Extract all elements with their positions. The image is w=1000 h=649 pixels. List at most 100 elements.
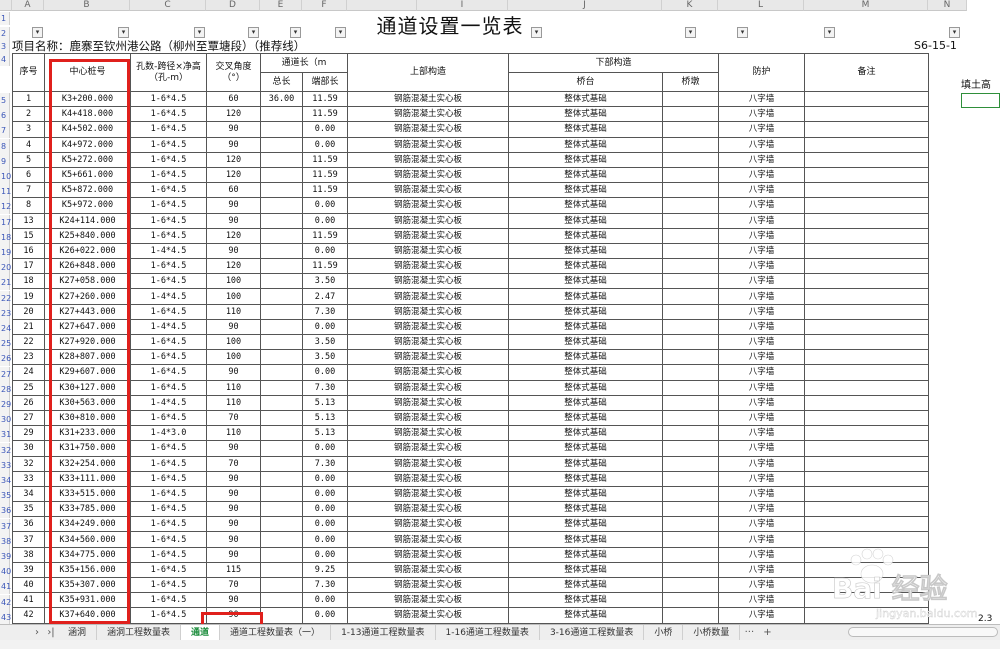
table-cell[interactable] (662, 197, 719, 214)
table-cell[interactable]: 整体式基础 (508, 394, 663, 411)
table-cell[interactable] (260, 242, 303, 260)
table-cell[interactable]: 2.47 (302, 288, 348, 305)
table-cell[interactable] (260, 121, 303, 138)
table-row[interactable]: 29 K31+233.000 1-4*3.0 110 5.13 钢筋混凝土实心板 整体式基础… (12, 425, 929, 442)
table-cell[interactable] (260, 151, 303, 168)
table-cell[interactable] (260, 273, 303, 290)
table-cell[interactable] (662, 440, 719, 457)
table-cell[interactable] (260, 425, 303, 442)
filter-dropdown-icon[interactable]: ▾ (335, 27, 346, 38)
table-row[interactable]: 4 K4+972.000 1-6*4.5 90 0.00 钢筋混凝土实心板 整体式基础 八字墙 (12, 136, 929, 153)
table-cell[interactable]: 八字墙 (718, 349, 805, 366)
table-row[interactable]: 37 K34+560.000 1-6*4.5 90 0.00 钢筋混凝土实心板 整体式基础八… (12, 531, 929, 548)
table-cell[interactable]: 3.50 (302, 333, 348, 351)
table-cell[interactable] (804, 242, 929, 260)
row-number[interactable]: 35 (0, 488, 11, 504)
row-number[interactable]: 40 (0, 564, 11, 580)
table-cell[interactable]: 1-6*4.5 (130, 166, 207, 184)
table-cell[interactable]: 八字墙 (718, 485, 805, 503)
row-number[interactable]: 29 (0, 397, 11, 412)
table-row[interactable]: 3 K4+502.000 1-6*4.5 90 0.00 钢筋混凝土实心板 整体式基础 八字墙 (12, 121, 929, 138)
table-cell[interactable]: 5.13 (302, 425, 348, 442)
table-cell[interactable]: 11.59 (302, 151, 348, 168)
table-cell[interactable]: 八字墙 (718, 531, 805, 548)
row-number[interactable]: 24 (0, 321, 11, 336)
table-cell[interactable]: 整体式基础 (508, 318, 663, 336)
column-header[interactable]: L (718, 0, 804, 11)
filter-dropdown-icon[interactable]: ▾ (737, 27, 748, 38)
row-number[interactable]: 19 (0, 245, 11, 260)
table-cell[interactable] (260, 303, 303, 320)
table-cell[interactable]: 整体式基础 (508, 288, 663, 305)
table-cell[interactable]: 1-6*4.5 (130, 364, 207, 381)
table-cell[interactable] (662, 516, 719, 533)
table-cell[interactable]: 钢筋混凝土实心板 (347, 121, 509, 138)
table-cell[interactable] (662, 470, 719, 487)
table-cell[interactable]: 1-6*4.5 (130, 182, 207, 199)
table-cell[interactable]: 36 (12, 516, 45, 533)
add-sheet-icon[interactable]: + (758, 625, 776, 641)
table-cell[interactable] (804, 455, 929, 472)
table-cell[interactable] (804, 121, 929, 138)
table-cell[interactable] (662, 182, 719, 199)
table-cell[interactable]: 2 (12, 106, 45, 123)
table-cell[interactable] (662, 576, 719, 594)
row-number[interactable]: 12 (0, 199, 11, 215)
row-number[interactable]: 20 (0, 260, 11, 276)
table-cell[interactable]: 39 (12, 561, 45, 579)
table-cell[interactable] (804, 607, 929, 624)
row-number[interactable]: 22 (0, 290, 11, 306)
table-cell[interactable]: 八字墙 (718, 576, 805, 594)
row-number[interactable]: 43 (0, 609, 11, 625)
table-cell[interactable] (804, 212, 929, 229)
table-row[interactable]: 6 K5+661.000 1-6*4.5 120 11.59 钢筋混凝土实心板 整体式基础八… (12, 166, 929, 184)
table-row[interactable]: 5 K5+272.000 1-6*4.5 120 11.59 钢筋混凝土实心板 整体式基础八… (12, 151, 929, 168)
table-cell[interactable] (662, 333, 719, 351)
table-row[interactable]: 21 K27+647.000 1-4*4.5 90 0.00 钢筋混凝土实心板 整体式基础八… (12, 318, 929, 336)
row-number[interactable]: 32 (0, 442, 11, 458)
column-header[interactable]: J (508, 0, 662, 11)
table-cell[interactable]: 钢筋混凝土实心板 (347, 425, 509, 442)
row-number[interactable]: 30 (0, 412, 11, 428)
sheet-tab[interactable]: 1-16通道工程数量表 (436, 624, 540, 641)
table-cell[interactable] (260, 576, 303, 594)
table-row[interactable]: 15 K25+840.000 1-6*4.5 120 11.59 钢筋混凝土实心板 整体式基… (12, 227, 929, 244)
row-number[interactable]: 25 (0, 336, 11, 352)
table-cell[interactable]: 1 (12, 90, 45, 108)
table-cell[interactable]: 8 (12, 197, 45, 214)
table-cell[interactable]: 1-4*3.0 (130, 425, 207, 442)
table-row[interactable]: 36 K34+249.000 1-6*4.5 90 0.00 钢筋混凝土实心板 整体式基础八… (12, 516, 929, 533)
table-cell[interactable] (662, 349, 719, 366)
table-cell[interactable]: 八字墙 (718, 455, 805, 472)
table-cell[interactable]: 八字墙 (718, 425, 805, 442)
table-cell[interactable]: 八字墙 (718, 90, 805, 108)
table-cell[interactable] (662, 485, 719, 503)
table-cell[interactable] (804, 470, 929, 487)
row-number[interactable]: 11 (0, 184, 11, 200)
table-cell[interactable] (260, 333, 303, 351)
table-cell[interactable]: 1-6*4.5 (130, 151, 207, 168)
table-cell[interactable] (662, 90, 719, 108)
table-cell[interactable]: 1-6*4.5 (130, 440, 207, 457)
table-cell[interactable] (804, 576, 929, 594)
table-cell[interactable]: 八字墙 (718, 242, 805, 260)
table-cell[interactable]: 整体式基础 (508, 121, 663, 138)
row-number[interactable]: 4 (0, 53, 10, 66)
table-cell[interactable]: 钢筋混凝土实心板 (347, 501, 509, 518)
table-cell[interactable]: 15 (12, 227, 45, 244)
row-number[interactable]: 6 (0, 108, 10, 124)
filter-active-icon[interactable]: ▾ (194, 27, 205, 38)
table-cell[interactable]: 钢筋混凝土实心板 (347, 561, 509, 579)
filter-dropdown-icon[interactable]: ▾ (248, 27, 259, 38)
table-cell[interactable]: 1-6*4.5 (130, 485, 207, 503)
table-cell[interactable]: 0.00 (302, 197, 348, 214)
table-cell[interactable]: 八字墙 (718, 136, 805, 153)
table-cell[interactable]: 90 (206, 546, 261, 563)
horizontal-scrollbar[interactable] (848, 627, 998, 637)
table-cell[interactable]: 1-4*4.5 (130, 318, 207, 336)
table-cell[interactable]: 90 (206, 197, 261, 214)
table-cell[interactable] (662, 303, 719, 320)
table-cell[interactable]: 整体式基础 (508, 561, 663, 579)
table-cell[interactable]: 1-6*4.5 (130, 546, 207, 563)
table-cell[interactable] (662, 546, 719, 563)
